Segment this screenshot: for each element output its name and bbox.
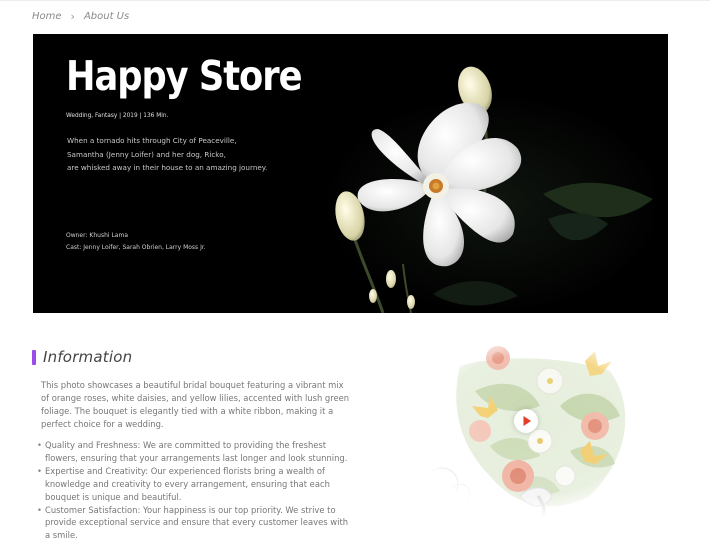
hero-description: When a tornado hits through City of Peac… — [67, 134, 267, 175]
hero-banner: Happy Store Wedding, Fantasy | 2019 | 13… — [33, 34, 668, 313]
video-play-button[interactable] — [514, 409, 538, 433]
hero-description-line: When a tornado hits through City of Peac… — [67, 136, 237, 145]
breadcrumb-current: About Us — [83, 11, 130, 22]
hero-cast: Cast: Jenny Loifer, Sarah Obrien, Larry … — [66, 244, 206, 251]
breadcrumb-separator-icon: › — [70, 10, 75, 23]
top-divider — [0, 0, 710, 1]
play-icon — [523, 416, 531, 426]
hero-description-line: are whisked away in their house to an am… — [67, 163, 268, 172]
heading-accent-bar — [32, 349, 36, 365]
hero-meta: Wedding, Fantasy | 2019 | 136 Min. — [66, 113, 169, 119]
features-list: Quality and Freshness: We are committed … — [37, 439, 355, 542]
hero-description-line: Samantha (Jenny Loifer) and her dog, Ric… — [67, 149, 226, 159]
list-item: Expertise and Creativity: Our experience… — [37, 465, 355, 504]
breadcrumb: Home › About Us — [32, 10, 129, 23]
list-item: Customer Satisfaction: Your happiness is… — [37, 504, 355, 543]
list-item: Quality and Freshness: We are committed … — [37, 439, 355, 465]
information-title: Information — [43, 348, 133, 366]
hero-title: Happy Store — [66, 52, 303, 100]
information-paragraph: This photo showcases a beautiful bridal … — [41, 380, 350, 429]
information-heading: Information — [32, 348, 132, 366]
hero-owner: Owner: Khushi Lama — [66, 232, 128, 239]
breadcrumb-home-link[interactable]: Home — [32, 11, 62, 22]
white-flower-image — [293, 34, 668, 313]
